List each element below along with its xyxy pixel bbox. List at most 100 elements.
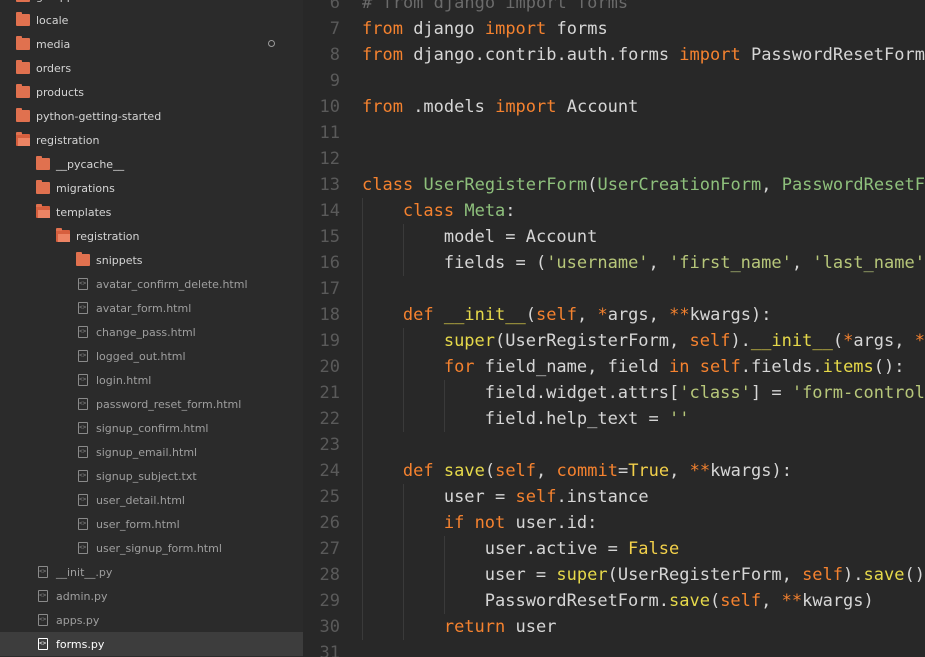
tree-item-label: password_reset_form.html: [96, 397, 242, 411]
file-item[interactable]: forms.py: [0, 632, 303, 656]
code-token: return: [443, 617, 506, 637]
file-item[interactable]: admin.py: [0, 584, 303, 608]
code-token: .fields.: [740, 357, 823, 377]
code-line: 9: [303, 68, 925, 94]
code-line: 22 field.help_text = '': [303, 406, 925, 432]
folder-icon: [16, 36, 30, 50]
line-number: 23: [319, 435, 340, 455]
folder-item[interactable]: orders: [0, 56, 303, 80]
file-item[interactable]: logged_out.html: [0, 344, 303, 368]
code-token: PasswordResetForm: [740, 45, 925, 65]
code-editor[interactable]: 6 # from django import forms 7 from django …: [303, 0, 925, 657]
code-token: self: [699, 357, 741, 377]
code-text: PasswordResetForm.save(self, **kwargs): [485, 588, 874, 614]
file-item[interactable]: avatar_confirm_delete.html: [0, 272, 303, 296]
code-line: 21 field.widget.attrs['class'] = 'form-co…: [303, 380, 925, 406]
file-item[interactable]: user_signup_form.html: [0, 536, 303, 560]
folder-item[interactable]: products: [0, 80, 303, 104]
code-token: model = Account: [443, 227, 598, 247]
code-text: if not user.id:: [444, 510, 598, 536]
line-number: 22: [319, 409, 340, 429]
file-item[interactable]: __init__.py: [0, 560, 303, 584]
code-token: ,: [761, 591, 782, 611]
folder-item[interactable]: registration: [0, 224, 303, 248]
file-code-icon: [78, 494, 88, 506]
line-number: 14: [319, 201, 340, 221]
folder-item[interactable]: giuapp: [0, 0, 303, 8]
folder-item[interactable]: templates: [0, 200, 303, 224]
code-text: field.help_text = '': [485, 406, 690, 432]
folder-icon: [36, 156, 50, 170]
code-token: 'username': [546, 253, 649, 273]
code-line: 14 class Meta:: [303, 198, 925, 224]
file-item[interactable]: login.html: [0, 368, 303, 392]
file-item[interactable]: signup_confirm.html: [0, 416, 303, 440]
tree-item-label: products: [36, 85, 85, 99]
file-code-icon: [78, 374, 88, 386]
file-item[interactable]: avatar_form.html: [0, 296, 303, 320]
code-token: (: [525, 305, 537, 325]
folder-item[interactable]: python-getting-started: [0, 104, 303, 128]
code-token: ():: [873, 357, 905, 377]
code-line: 23: [303, 432, 925, 458]
tree-item-label: avatar_form.html: [96, 301, 192, 315]
folder-item[interactable]: migrations: [0, 176, 303, 200]
code-text: # from django import forms: [362, 0, 628, 16]
file-tree-sidebar: giuapp locale media orders products python-ge…: [0, 0, 303, 657]
code-token: UserRegisterForm: [423, 175, 588, 195]
tree-item-label: forms.py: [56, 637, 105, 651]
file-item[interactable]: user_form.html: [0, 512, 303, 536]
code-token: self: [536, 305, 577, 325]
file-item[interactable]: user_detail.html: [0, 488, 303, 512]
file-code-icon: [78, 542, 88, 554]
code-line: 10 from .models import Account: [303, 94, 925, 120]
file-item[interactable]: apps.py: [0, 608, 303, 632]
code-line: 17: [303, 276, 925, 302]
line-number: 29: [319, 591, 340, 611]
code-token: class: [402, 201, 455, 221]
line-number: 20: [319, 357, 340, 377]
code-text: def __init__(self, *args, **kwargs):: [403, 302, 772, 328]
folder-item[interactable]: snippets: [0, 248, 303, 272]
file-item[interactable]: password_reset_form.html: [0, 392, 303, 416]
line-number: 7: [329, 19, 340, 39]
code-token: .models: [402, 97, 496, 117]
folder-item[interactable]: registration: [0, 128, 303, 152]
code-token: def: [402, 305, 434, 325]
code-line: 12: [303, 146, 925, 172]
code-token: class: [362, 175, 414, 195]
file-item[interactable]: signup_email.html: [0, 440, 303, 464]
code-token: Account: [556, 97, 639, 117]
line-number: 25: [319, 487, 340, 507]
file-code-icon: [38, 638, 48, 650]
code-token: (: [484, 461, 496, 481]
code-text: user = self.instance: [444, 484, 649, 510]
line-number: 15: [319, 227, 340, 247]
folder-icon: [16, 84, 30, 98]
file-code-icon: [78, 278, 88, 290]
folder-item[interactable]: locale: [0, 8, 303, 32]
code-line: 19 super(UserRegisterForm, self).__init__…: [303, 328, 925, 354]
code-token: forms: [546, 19, 608, 39]
code-token: django.contrib.auth.forms: [402, 45, 680, 65]
folder-icon: [16, 0, 30, 2]
file-item[interactable]: signup_subject.txt: [0, 464, 303, 488]
code-token: import: [484, 19, 547, 39]
code-line: 31: [303, 640, 925, 657]
code-token: in: [669, 357, 690, 377]
tree-item-label: user_signup_form.html: [96, 541, 222, 555]
code-line: 7 from django import forms: [303, 16, 925, 42]
folder-icon: [16, 60, 30, 74]
code-token: user: [505, 617, 557, 637]
tree-item-label: migrations: [56, 181, 115, 195]
code-token: .instance: [556, 487, 649, 507]
folder-item[interactable]: media: [0, 32, 303, 56]
code-token: field_name, field: [474, 357, 670, 377]
code-token: self: [689, 331, 731, 351]
folder-item[interactable]: __pycache__: [0, 152, 303, 176]
line-number: 10: [319, 97, 340, 117]
folder-open-icon: [36, 204, 50, 218]
tree-item-label: registration: [36, 133, 100, 147]
file-item[interactable]: change_pass.html: [0, 320, 303, 344]
